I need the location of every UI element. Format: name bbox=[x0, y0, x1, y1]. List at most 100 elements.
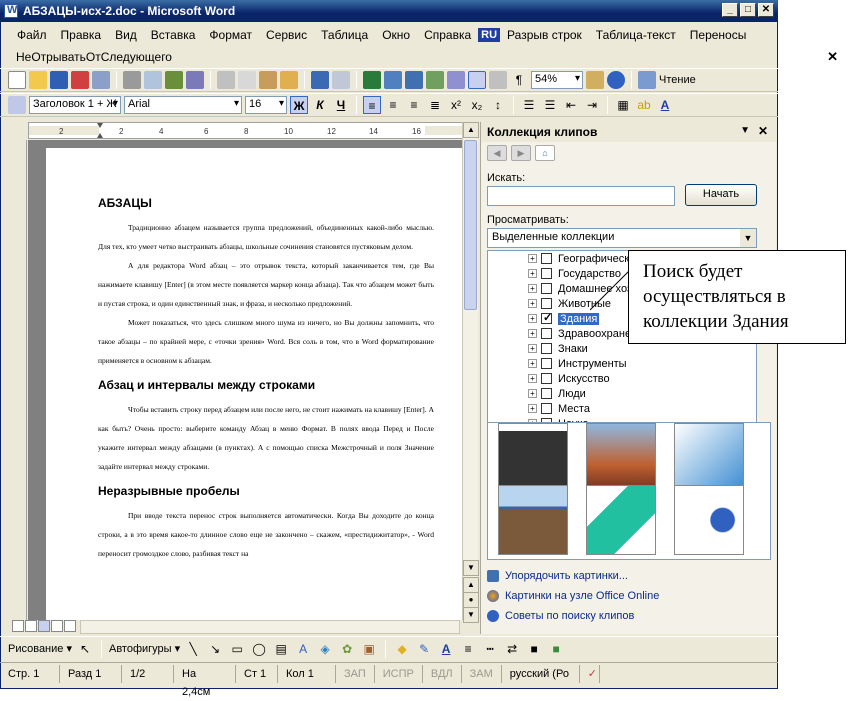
maximize-button[interactable]: □ bbox=[740, 3, 756, 17]
highlight-icon[interactable]: ab bbox=[635, 96, 653, 114]
undo-icon[interactable] bbox=[311, 71, 329, 89]
expand-icon[interactable]: + bbox=[528, 389, 537, 398]
menu-file[interactable]: Файл bbox=[10, 26, 54, 44]
styles-icon[interactable] bbox=[8, 96, 26, 114]
dash-style-icon[interactable]: ┅ bbox=[481, 640, 499, 658]
numbering-icon[interactable]: ☰ bbox=[520, 96, 538, 114]
link-office-online-label[interactable]: Картинки на узле Office Online bbox=[505, 590, 659, 602]
home-icon[interactable]: ⌂ bbox=[535, 145, 555, 161]
go-button[interactable]: Начать bbox=[685, 184, 757, 206]
clipart-icon[interactable]: ✿ bbox=[338, 640, 356, 658]
email-icon[interactable] bbox=[92, 71, 110, 89]
tree-item[interactable]: + Искусство bbox=[488, 371, 756, 386]
textbox-icon[interactable]: ▤ bbox=[272, 640, 290, 658]
status-ext[interactable]: ВДЛ bbox=[423, 664, 462, 683]
thumb-lighthouse[interactable] bbox=[498, 485, 568, 555]
fill-color-icon[interactable]: ◆ bbox=[393, 640, 411, 658]
copy-icon[interactable] bbox=[238, 71, 256, 89]
expand-icon[interactable]: + bbox=[528, 284, 537, 293]
expand-icon[interactable]: + bbox=[528, 359, 537, 368]
normal-view-icon[interactable] bbox=[12, 620, 24, 632]
line-style-icon[interactable]: ≡ bbox=[459, 640, 477, 658]
insert-excel-icon[interactable] bbox=[426, 71, 444, 89]
help-icon[interactable] bbox=[607, 71, 625, 89]
decrease-indent-icon[interactable]: ⇤ bbox=[562, 96, 580, 114]
expand-icon[interactable]: + bbox=[528, 374, 537, 383]
ink-icon[interactable] bbox=[586, 71, 604, 89]
read-button-label[interactable]: Чтение bbox=[659, 74, 696, 86]
thumb-office[interactable] bbox=[586, 485, 656, 555]
collection-checkbox[interactable] bbox=[541, 311, 552, 324]
link-office-online[interactable]: Картинки на узле Office Online bbox=[487, 586, 771, 606]
macro-keep-with-next[interactable]: НеОтрыватьОтСледующего bbox=[16, 50, 172, 64]
status-trk[interactable]: ИСПР bbox=[375, 664, 423, 683]
horizontal-ruler[interactable]: 2 2 4 6 8 10 12 14 16 bbox=[28, 122, 476, 139]
print-layout-icon[interactable] bbox=[38, 620, 50, 632]
close-window-button[interactable]: ✕ bbox=[758, 3, 774, 17]
macro-hyphenation[interactable]: Переносы bbox=[683, 26, 754, 44]
link-organize[interactable]: Упорядочить картинки... bbox=[487, 566, 771, 586]
wordart-icon[interactable]: A bbox=[294, 640, 312, 658]
scroll-up-icon[interactable]: ▲ bbox=[463, 122, 479, 138]
picture-icon[interactable]: ▣ bbox=[360, 640, 378, 658]
link-tips[interactable]: Советы по поиску клипов bbox=[487, 606, 771, 626]
diagram-icon[interactable]: ◈ bbox=[316, 640, 334, 658]
document-vertical-scrollbar[interactable]: ▲ ▼ ▲ ● ▼ bbox=[462, 122, 479, 623]
expand-icon[interactable]: + bbox=[528, 299, 537, 308]
menu-insert[interactable]: Вставка bbox=[144, 26, 203, 44]
search-input[interactable] bbox=[487, 186, 675, 206]
print-icon[interactable] bbox=[123, 71, 141, 89]
font-color-icon[interactable]: A bbox=[656, 96, 674, 114]
close-document-icon[interactable]: ✕ bbox=[827, 49, 838, 65]
shadow-icon[interactable]: ■ bbox=[525, 640, 543, 658]
document-horizontal-scrollbar[interactable] bbox=[80, 620, 460, 634]
web-view-icon[interactable] bbox=[25, 620, 37, 632]
minimize-button[interactable]: _ bbox=[722, 3, 738, 17]
line-icon[interactable]: ╲ bbox=[184, 640, 202, 658]
document-page[interactable]: АБЗАЦЫ Традиционно абзацем называется гр… bbox=[46, 148, 462, 620]
format-painter-icon[interactable] bbox=[280, 71, 298, 89]
expand-icon[interactable]: + bbox=[528, 269, 537, 278]
browse-dropdown-icon[interactable]: ▼ bbox=[740, 229, 756, 247]
open-folder-icon[interactable] bbox=[29, 71, 47, 89]
thumb-hospital[interactable] bbox=[674, 485, 744, 555]
line-color-icon[interactable]: ✎ bbox=[415, 640, 433, 658]
menu-table[interactable]: Таблица bbox=[314, 26, 375, 44]
justify-icon[interactable]: ≣ bbox=[426, 96, 444, 114]
collection-checkbox[interactable] bbox=[541, 373, 552, 384]
menu-format[interactable]: Формат bbox=[202, 26, 259, 44]
style-combo[interactable]: Заголовок 1 + Ж bbox=[29, 96, 121, 114]
line-spacing-icon[interactable]: ↕ bbox=[489, 96, 507, 114]
collection-checkbox[interactable] bbox=[541, 328, 552, 339]
align-left-icon[interactable]: ≡ bbox=[363, 96, 381, 114]
scroll-down-icon[interactable]: ▼ bbox=[463, 560, 479, 576]
status-rec[interactable]: ЗАП bbox=[336, 664, 375, 683]
read-icon[interactable] bbox=[638, 71, 656, 89]
collection-checkbox[interactable] bbox=[541, 343, 552, 354]
redo-icon[interactable] bbox=[332, 71, 350, 89]
align-center-icon[interactable]: ≡ bbox=[384, 96, 402, 114]
spelling-icon[interactable] bbox=[165, 71, 183, 89]
save-icon[interactable] bbox=[50, 71, 68, 89]
thumb-pagoda[interactable] bbox=[586, 423, 656, 493]
align-right-icon[interactable]: ≡ bbox=[405, 96, 423, 114]
tables-borders-icon[interactable] bbox=[384, 71, 402, 89]
underline-button[interactable]: Ч bbox=[332, 96, 350, 114]
collection-checkbox[interactable] bbox=[541, 253, 552, 264]
menu-window[interactable]: Окно bbox=[375, 26, 417, 44]
spelling-status-icon[interactable]: ✓ bbox=[580, 664, 600, 683]
insert-table-icon[interactable] bbox=[405, 71, 423, 89]
borders-icon[interactable]: ▦ bbox=[614, 96, 632, 114]
font-size-combo[interactable]: 16 bbox=[245, 96, 287, 114]
outline-view-icon[interactable] bbox=[51, 620, 63, 632]
bullets-icon[interactable]: ☰ bbox=[541, 96, 559, 114]
forward-icon[interactable]: ▶ bbox=[511, 145, 531, 161]
link-tips-label[interactable]: Советы по поиску клипов bbox=[505, 610, 634, 622]
tree-item[interactable]: + Люди bbox=[488, 386, 756, 401]
drawing-toggle-icon[interactable] bbox=[468, 71, 486, 89]
macro-line-break[interactable]: Разрыв строк bbox=[500, 26, 589, 44]
cut-icon[interactable] bbox=[217, 71, 235, 89]
new-document-icon[interactable] bbox=[8, 71, 26, 89]
expand-icon[interactable]: + bbox=[528, 404, 537, 413]
reading-view-icon[interactable] bbox=[64, 620, 76, 632]
